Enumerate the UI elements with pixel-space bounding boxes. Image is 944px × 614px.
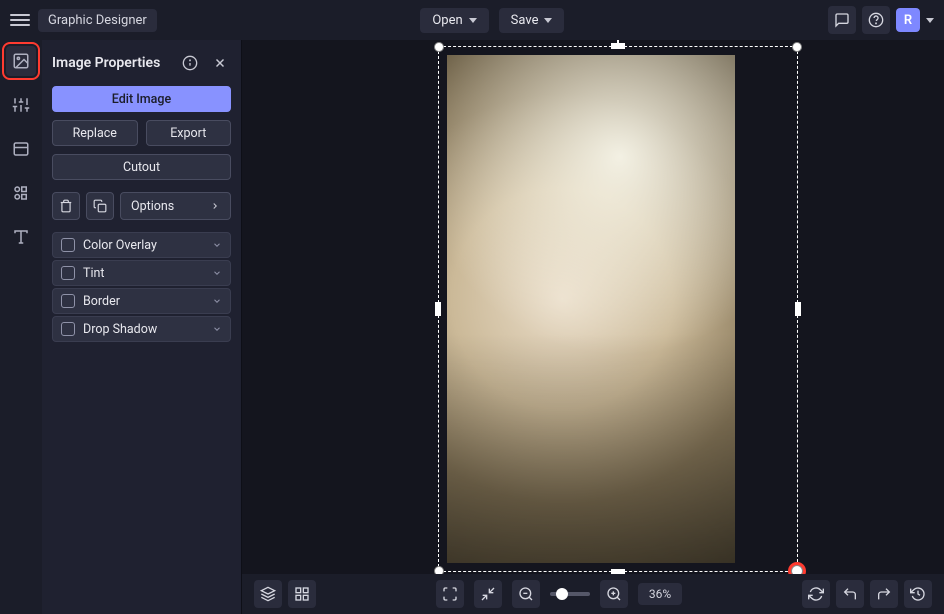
chevron-down-icon: [212, 268, 222, 278]
text-tool[interactable]: [6, 222, 36, 252]
delete-button[interactable]: [52, 192, 80, 220]
duplicate-button[interactable]: [86, 192, 114, 220]
chevron-down-icon: [212, 324, 222, 334]
effects-list: Color Overlay Tint Border Drop Shadow: [52, 232, 231, 342]
zoom-value[interactable]: 36%: [638, 583, 682, 605]
comment-button[interactable]: [828, 6, 856, 34]
accordion-label: Drop Shadow: [83, 322, 204, 337]
chevron-down-icon: [212, 240, 222, 250]
accordion-label: Color Overlay: [83, 238, 204, 253]
cutout-button[interactable]: Cutout: [52, 154, 231, 180]
fullscreen-button[interactable]: [436, 580, 464, 608]
zoom-slider-thumb[interactable]: [556, 588, 568, 600]
menu-button[interactable]: [10, 10, 30, 30]
chevron-right-icon: [210, 201, 220, 211]
app-title: Graphic Designer: [38, 9, 157, 32]
undo-button[interactable]: [836, 580, 864, 608]
maximize-icon: [442, 586, 458, 602]
tool-rail: [0, 40, 42, 614]
image-icon: [12, 52, 30, 70]
adjust-tool[interactable]: [6, 90, 36, 120]
refresh-button[interactable]: [802, 580, 830, 608]
refresh-icon: [808, 586, 824, 602]
preset-tool[interactable]: [6, 134, 36, 164]
edit-image-button[interactable]: Edit Image: [52, 86, 231, 112]
shapes-tool[interactable]: [6, 178, 36, 208]
top-bar: Graphic Designer Open Save R: [0, 0, 944, 40]
open-button[interactable]: Open: [420, 8, 488, 33]
layers-icon: [260, 586, 276, 602]
grid-icon: [294, 586, 310, 602]
checkbox-icon[interactable]: [61, 238, 75, 252]
accordion-label: Tint: [83, 266, 204, 281]
fit-icon: [480, 586, 496, 602]
user-menu-chevron-icon[interactable]: [926, 18, 934, 23]
accordion-drop-shadow[interactable]: Drop Shadow: [52, 316, 231, 342]
chevron-down-icon: [469, 18, 477, 23]
zoom-out-button[interactable]: [512, 580, 540, 608]
shapes-icon: [12, 184, 30, 202]
checkbox-icon[interactable]: [61, 322, 75, 336]
chevron-down-icon: [544, 18, 552, 23]
resize-handle-br[interactable]: [791, 565, 803, 574]
options-label: Options: [131, 199, 174, 214]
chevron-down-icon: [212, 296, 222, 306]
selected-image[interactable]: [447, 55, 735, 563]
resize-handle-tl[interactable]: [434, 42, 444, 52]
accordion-color-overlay[interactable]: Color Overlay: [52, 232, 231, 258]
history-icon: [910, 586, 926, 602]
canvas-toolbar: 36%: [242, 574, 944, 614]
preset-icon: [12, 140, 30, 158]
undo-icon: [842, 586, 858, 602]
zoom-in-icon: [606, 586, 622, 602]
comment-icon: [834, 12, 850, 28]
grid-button[interactable]: [288, 580, 316, 608]
checkbox-icon[interactable]: [61, 294, 75, 308]
redo-button[interactable]: [870, 580, 898, 608]
redo-icon: [876, 586, 892, 602]
text-icon: [12, 228, 30, 246]
replace-button[interactable]: Replace: [52, 120, 138, 146]
selection-box[interactable]: [438, 46, 798, 572]
save-button[interactable]: Save: [499, 8, 565, 33]
open-label: Open: [432, 13, 462, 28]
panel-title: Image Properties: [52, 55, 171, 71]
resize-handle-right[interactable]: [795, 302, 801, 316]
canvas: 36%: [242, 40, 944, 614]
export-button[interactable]: Export: [146, 120, 232, 146]
help-button[interactable]: [862, 6, 890, 34]
trash-icon: [59, 199, 73, 213]
resize-handle-left[interactable]: [435, 302, 441, 316]
resize-handle-top[interactable]: [611, 43, 625, 49]
properties-panel: Image Properties Edit Image Replace Expo…: [42, 40, 242, 614]
checkbox-icon[interactable]: [61, 266, 75, 280]
history-button[interactable]: [904, 580, 932, 608]
zoom-slider[interactable]: [550, 592, 590, 596]
options-button[interactable]: Options: [120, 192, 231, 220]
accordion-tint[interactable]: Tint: [52, 260, 231, 286]
fit-button[interactable]: [474, 580, 502, 608]
help-icon: [868, 12, 884, 28]
canvas-stage[interactable]: [242, 40, 944, 574]
accordion-label: Border: [83, 294, 204, 309]
user-avatar[interactable]: R: [896, 8, 920, 32]
resize-handle-bottom[interactable]: [611, 569, 625, 574]
info-icon: [182, 55, 198, 71]
resize-handle-bl[interactable]: [434, 566, 444, 574]
zoom-in-button[interactable]: [600, 580, 628, 608]
close-icon: [213, 56, 227, 70]
zoom-out-icon: [518, 586, 534, 602]
panel-close-button[interactable]: [209, 52, 231, 74]
save-label: Save: [511, 13, 539, 28]
resize-handle-tr[interactable]: [792, 42, 802, 52]
copy-icon: [93, 199, 107, 213]
accordion-border[interactable]: Border: [52, 288, 231, 314]
layers-button[interactable]: [254, 580, 282, 608]
image-tool[interactable]: [6, 46, 36, 76]
panel-info-button[interactable]: [179, 52, 201, 74]
sliders-icon: [12, 96, 30, 114]
